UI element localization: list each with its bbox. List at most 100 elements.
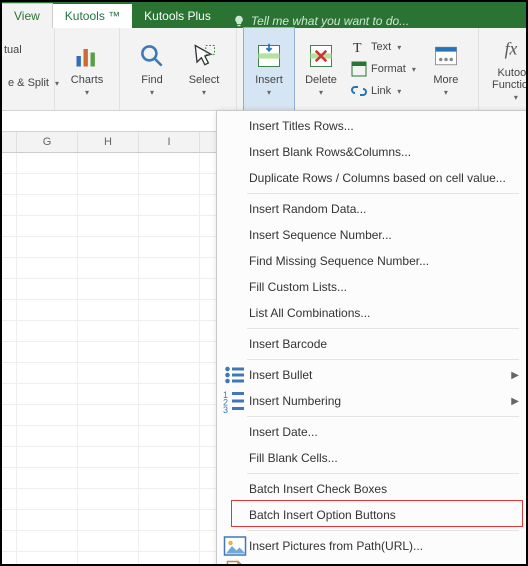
menu-item-label: List All Combinations... — [247, 306, 519, 320]
menu-item-pic[interactable]: Insert Pictures from Path(URL)... — [217, 533, 527, 559]
col-header[interactable]: H — [78, 132, 139, 152]
charts-button[interactable]: Charts ▾ — [61, 27, 113, 111]
menu-item-chk[interactable]: Batch Insert Check Boxes — [217, 476, 527, 502]
select-label: Select — [189, 74, 220, 86]
delete-label: Delete — [305, 74, 337, 86]
menu-item-comb[interactable]: List All Combinations... — [217, 300, 527, 326]
kfunc-line2: Functions — [492, 79, 528, 91]
menu-item-label: Insert Titles Rows... — [247, 119, 519, 133]
menu-item-label: Insert Date... — [247, 425, 519, 439]
menu-item-label: Fill Blank Cells... — [247, 451, 519, 465]
menu-item-label: Insert Bullet — [247, 368, 511, 382]
link-label: Link — [371, 85, 391, 97]
blank-icon — [223, 168, 247, 188]
menu-separator — [247, 193, 519, 194]
menu-item-label: Insert Pictures from Path(URL)... — [247, 539, 519, 553]
blank-icon — [223, 303, 247, 323]
menu-separator — [247, 416, 519, 417]
col-header[interactable]: I — [139, 132, 200, 152]
menu-item-label: Batch Insert Option Buttons — [247, 508, 519, 522]
more-label: More — [433, 74, 458, 86]
submenu-arrow-icon: ▶ — [511, 396, 519, 407]
magnifier-icon — [138, 42, 166, 70]
blank-icon — [223, 251, 247, 271]
select-button[interactable]: Select ▾ — [178, 27, 230, 111]
find-label: Find — [141, 74, 162, 86]
tab-strip: View Kutools ™ Kutools Plus Tell me what… — [2, 2, 526, 28]
find-button[interactable]: Find ▾ — [126, 27, 178, 111]
menu-item-fill[interactable]: Fill Custom Lists... — [217, 274, 527, 300]
more-button[interactable]: More ▾ — [420, 27, 472, 111]
cursor-icon — [190, 42, 218, 70]
chevron-down-icon: ▾ — [202, 90, 206, 96]
menu-item-barc[interactable]: Insert Barcode — [217, 331, 527, 357]
text-label: Text — [371, 41, 391, 53]
menu-item-seq[interactable]: Insert Sequence Number... — [217, 222, 527, 248]
range-split-label: e & Split — [8, 77, 49, 89]
format-icon — [351, 61, 367, 77]
chevron-down-icon: ▾ — [85, 90, 89, 96]
menu-item-label: Fill Custom Lists... — [247, 280, 519, 294]
charts-label: Charts — [71, 74, 103, 86]
text-icon: T — [351, 39, 367, 55]
menu-separator — [247, 473, 519, 474]
chevron-down-icon: ▾ — [444, 90, 448, 96]
chevron-down-icon: ▾ — [267, 90, 271, 96]
ribbon-left-fragment-top: tual — [4, 44, 22, 56]
menu-item-rand[interactable]: Insert Random Data... — [217, 196, 527, 222]
lightbulb-icon — [233, 15, 245, 27]
menu-item-blankc[interactable]: Fill Blank Cells... — [217, 445, 527, 471]
chart-icon — [73, 42, 101, 70]
menu-item-label: Insert Random Data... — [247, 202, 519, 216]
kutools-functions-button[interactable]: fx KutoolsFunctions ▾ — [485, 27, 528, 111]
insert-label: Insert — [255, 74, 283, 86]
menu-item-wm[interactable]: Insert Watermark... — [217, 559, 527, 566]
menu-item-titles[interactable]: Insert Titles Rows... — [217, 113, 527, 139]
col-header[interactable]: G — [17, 132, 78, 152]
chevron-down-icon: ▾ — [397, 87, 401, 96]
blank-icon — [223, 479, 247, 499]
format-button[interactable]: Format▾ — [347, 58, 420, 80]
kfunc-line1: Kutools — [497, 67, 528, 79]
menu-item-date[interactable]: Insert Date... — [217, 419, 527, 445]
chevron-down-icon: ▾ — [514, 93, 518, 102]
blank-icon — [223, 505, 247, 525]
menu-item-label: Insert Blank Rows&Columns... — [247, 145, 519, 159]
menu-item-label: Insert Numbering — [247, 394, 511, 408]
menu-item-opt[interactable]: Batch Insert Option Buttons — [217, 502, 527, 528]
link-button[interactable]: Link ▾ — [347, 80, 420, 102]
menu-item-numb[interactable]: 123Insert Numbering▶ — [217, 388, 527, 414]
numbering-icon: 123 — [223, 391, 247, 411]
blank-icon — [223, 199, 247, 219]
ribbon: tual e & Split ▾ Charts ▾ Find ▾ Select ▾… — [2, 28, 526, 111]
svg-text:fx: fx — [504, 38, 517, 58]
menu-item-label: Insert Sequence Number... — [247, 228, 519, 242]
format-label: Format — [371, 63, 406, 75]
submenu-arrow-icon: ▶ — [511, 370, 519, 381]
delete-icon — [307, 42, 335, 70]
delete-button[interactable]: Delete ▾ — [295, 27, 347, 111]
menu-item-bull[interactable]: Insert Bullet▶ — [217, 362, 527, 388]
menu-separator — [247, 530, 519, 531]
tab-kutools-plus[interactable]: Kutools Plus — [132, 4, 223, 28]
insert-button[interactable]: Insert ▾ — [243, 27, 295, 111]
tab-kutools[interactable]: Kutools ™ — [53, 4, 132, 28]
tell-me[interactable]: Tell me what you want to do... — [223, 14, 419, 28]
chevron-down-icon: ▾ — [397, 43, 401, 52]
bullet-icon — [223, 365, 247, 385]
menu-item-dup[interactable]: Duplicate Rows / Columns based on cell v… — [217, 165, 527, 191]
text-button[interactable]: T Text ▾ — [347, 36, 420, 58]
insert-dropdown-menu: Insert Titles Rows... Insert Blank Rows&C… — [216, 110, 528, 566]
menu-item-label: Batch Insert Check Boxes — [247, 482, 519, 496]
chevron-down-icon: ▾ — [319, 90, 323, 96]
insert-icon — [255, 42, 283, 70]
menu-item-blank[interactable]: Insert Blank Rows&Columns... — [217, 139, 527, 165]
blank-icon — [223, 142, 247, 162]
tab-view[interactable]: View — [2, 3, 53, 28]
menu-separator — [247, 359, 519, 360]
svg-text:T: T — [353, 41, 362, 55]
blank-icon — [223, 448, 247, 468]
blank-icon — [223, 277, 247, 297]
menu-item-miss[interactable]: Find Missing Sequence Number... — [217, 248, 527, 274]
more-icon — [432, 42, 460, 70]
